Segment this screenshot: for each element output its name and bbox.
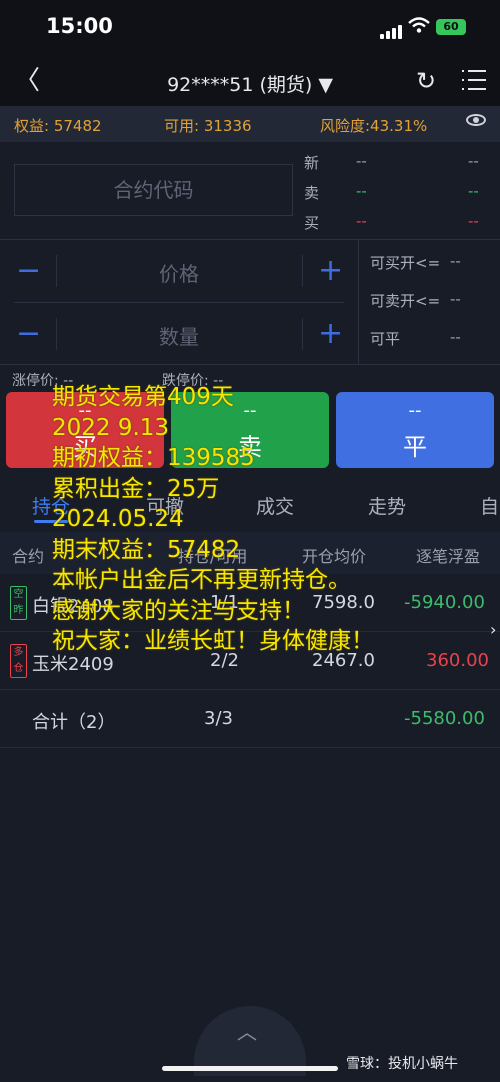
chevron-up-icon[interactable]: ︿ — [237, 1016, 257, 1045]
price-minus-button[interactable]: − — [16, 256, 41, 286]
qty-minus-button[interactable]: − — [16, 319, 41, 349]
wifi-icon — [408, 17, 430, 33]
contract-code-input[interactable]: 合约代码 — [14, 164, 293, 216]
qty-plus-button[interactable]: + — [318, 319, 343, 349]
divider — [302, 318, 303, 350]
quantity-input[interactable]: 数量 — [56, 321, 302, 350]
position-tag: 空昨 — [10, 586, 27, 620]
equity-value: 权益: 57482 — [14, 117, 102, 135]
tab-custom[interactable]: 自 — [480, 492, 499, 519]
table-total-row: 合计（2） 3/3 -5580.00 — [0, 690, 500, 748]
refresh-icon[interactable]: ↻ — [416, 68, 436, 94]
home-indicator — [162, 1066, 338, 1071]
battery-icon: 60 — [436, 19, 466, 35]
menu-icon[interactable] — [462, 70, 486, 92]
divider — [302, 255, 303, 287]
watermark: 雪球：投机小蜗牛 — [346, 1056, 458, 1072]
signal-icon — [380, 20, 404, 39]
risk-value: 风险度:43.31% — [320, 117, 428, 135]
scroll-right-icon: › — [490, 620, 497, 639]
price-plus-button[interactable]: + — [318, 256, 343, 286]
account-summary: 权益: 57482 可用: 31336 风险度:43.31% — [0, 106, 500, 142]
divider — [14, 302, 344, 303]
divider — [0, 239, 500, 240]
eye-icon[interactable] — [466, 114, 486, 126]
position-tag: 多仓 — [10, 644, 27, 678]
status-time: 15:00 — [46, 14, 113, 38]
overlay-annotation: 期货交易第409天 2022 9.13 期初权益：139585 累积出金：25万… — [52, 384, 374, 654]
price-input[interactable]: 价格 — [56, 258, 302, 287]
divider — [0, 364, 500, 365]
divider — [358, 240, 359, 364]
available-value: 可用: 31336 — [164, 117, 252, 135]
